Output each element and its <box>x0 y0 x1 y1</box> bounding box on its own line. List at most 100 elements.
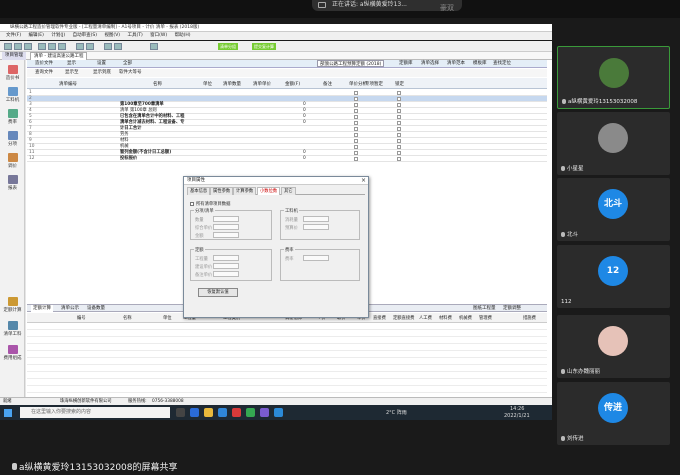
analysis-checkbox[interactable] <box>354 127 358 131</box>
lower-grid-body[interactable] <box>27 323 547 397</box>
lock-checkbox[interactable] <box>397 127 401 131</box>
lock-checkbox[interactable] <box>397 151 401 155</box>
col-price[interactable]: 清单单价 <box>253 81 271 87</box>
tab-project-manage[interactable]: 项目管理 <box>2 52 26 60</box>
budget-price-decimal-input[interactable] <box>303 224 329 230</box>
lock-checkbox[interactable] <box>397 133 401 137</box>
nav-bill-labor[interactable]: 清单工料 <box>1 320 24 340</box>
submit-recalc-button[interactable]: 提交复计算 <box>252 43 276 50</box>
analysis-checkbox[interactable] <box>354 139 358 143</box>
lock-checkbox[interactable] <box>397 109 401 113</box>
standard-select[interactable]: 部颁公路工程预算定额 (2018) <box>317 60 385 67</box>
build-price-decimal-input[interactable] <box>213 263 239 269</box>
show-to-bottom[interactable]: 显示到底 <box>93 69 111 77</box>
analysis-checkbox[interactable] <box>354 121 358 125</box>
explorer-icon[interactable] <box>204 408 213 417</box>
analysis-checkbox[interactable] <box>354 145 358 149</box>
participant-tile[interactable]: 山东办魏丽丽 <box>557 315 670 378</box>
open-icon[interactable] <box>14 43 22 50</box>
close-icon[interactable]: × <box>361 177 366 185</box>
participant-tile[interactable]: 12 112 <box>557 245 670 308</box>
lock-checkbox[interactable] <box>397 115 401 119</box>
task-view-icon[interactable] <box>176 408 185 417</box>
work-qty-decimal-input[interactable] <box>213 255 239 261</box>
app-icon[interactable] <box>232 408 241 417</box>
analysis-checkbox[interactable] <box>354 91 358 95</box>
nav-subitem[interactable]: 分项 <box>1 130 24 150</box>
menu-view[interactable]: 视图(V) <box>104 33 120 38</box>
menu-edit[interactable]: 编辑(E) <box>29 33 44 38</box>
analysis-checkbox[interactable] <box>354 103 358 107</box>
new-icon[interactable] <box>4 43 12 50</box>
tab-equipment-qty[interactable]: 设备数量 <box>87 305 105 312</box>
redo-icon[interactable] <box>86 43 94 50</box>
analysis-checkbox[interactable] <box>354 97 358 101</box>
menu-help[interactable]: 帮助(H) <box>175 33 191 38</box>
all-items-checkbox[interactable]: 所有清单项目数据 <box>190 201 230 207</box>
taskbar-search-input[interactable]: 在这里输入你要搜索的内容 <box>20 407 170 418</box>
rate-decimal-input[interactable] <box>303 255 329 261</box>
menu-plan[interactable]: 计划(J) <box>51 33 65 38</box>
unit-price-decimal-input[interactable] <box>213 224 239 230</box>
query-file[interactable]: 查询文件 <box>35 69 53 77</box>
nav-quota-calc[interactable]: 定额计算 <box>1 296 24 316</box>
weather-text[interactable]: 2°C 阵雨 <box>386 409 407 416</box>
col-unit[interactable]: 单位 <box>203 81 212 87</box>
participant-tile[interactable]: a纵横黄爱玲13153032008 <box>557 46 670 109</box>
mail-icon[interactable] <box>218 408 227 417</box>
report-icon[interactable] <box>114 43 122 50</box>
tool-template-lib[interactable]: 模板库 <box>473 60 487 68</box>
menu-audit[interactable]: 自动审查(S) <box>73 33 97 38</box>
col-lock[interactable]: 锁定 <box>395 81 404 87</box>
lock-checkbox[interactable] <box>397 97 401 101</box>
nav-fee-composition[interactable]: 费用组成 <box>1 344 24 364</box>
lock-checkbox[interactable] <box>397 103 401 107</box>
checkbox[interactable] <box>190 201 194 206</box>
remark-price-decimal-input[interactable] <box>213 271 239 277</box>
analysis-checkbox[interactable] <box>354 115 358 119</box>
list-group-button[interactable]: 清单分组 <box>218 43 238 50</box>
tab-drawing-qty[interactable]: 图纸工程量 <box>473 305 496 312</box>
zoom-icon[interactable] <box>150 43 158 50</box>
col-provisional[interactable]: 专项暂定 <box>365 81 383 87</box>
tab-attributes[interactable]: 属性参数 <box>210 187 234 195</box>
table-row[interactable]: 12 投标报价 0 <box>27 156 547 162</box>
nav-cost-book[interactable]: 造价书 <box>1 64 24 84</box>
app2-icon[interactable] <box>260 408 269 417</box>
lock-checkbox[interactable] <box>397 145 401 149</box>
edge-icon[interactable] <box>190 408 199 417</box>
col-bill-no[interactable]: 清单编号 <box>59 81 77 87</box>
lock-checkbox[interactable] <box>397 139 401 143</box>
subtab-all[interactable]: 全部 <box>123 60 132 68</box>
col-name[interactable]: 名称 <box>153 81 162 87</box>
tool-bill-template[interactable]: 清单范本 <box>447 60 465 68</box>
copy-icon[interactable] <box>48 43 56 50</box>
windows-start-icon[interactable] <box>4 409 12 417</box>
col-amount[interactable]: 金额(F) <box>285 81 300 87</box>
clock-date[interactable]: 2022/1/21 <box>504 413 530 419</box>
tool-quota-lib[interactable]: 定额库 <box>399 60 413 68</box>
nav-rate[interactable]: 费率 <box>1 108 24 128</box>
lock-checkbox[interactable] <box>397 91 401 95</box>
tab-bill-formula[interactable]: 清单公示 <box>61 305 79 312</box>
col-quantity[interactable]: 清单数量 <box>223 81 241 87</box>
tool-bill-select[interactable]: 清单选择 <box>421 60 439 68</box>
tab-other[interactable]: 其它 <box>281 187 296 195</box>
analysis-checkbox[interactable] <box>354 157 358 161</box>
wechat-icon[interactable] <box>246 408 255 417</box>
lock-checkbox[interactable] <box>397 157 401 161</box>
menu-file[interactable]: 文件(F) <box>6 33 21 38</box>
tab-quota-calc[interactable]: 定额计算 <box>31 305 53 312</box>
analysis-checkbox[interactable] <box>354 151 358 155</box>
qty-decimal-input[interactable] <box>213 216 239 222</box>
participant-tile[interactable]: 北斗 北斗 <box>557 178 670 241</box>
menu-window[interactable]: 窗口(W) <box>150 33 167 38</box>
col-remark[interactable]: 备注 <box>323 81 332 87</box>
meeting-icon[interactable] <box>274 408 283 417</box>
paste-icon[interactable] <box>58 43 66 50</box>
big-equals[interactable]: 软件大等号 <box>119 69 142 77</box>
subtab-display[interactable]: 显示 <box>67 60 76 68</box>
subtab-cost-file[interactable]: 造价文件 <box>35 60 53 68</box>
tool-find[interactable]: 查找定位 <box>493 60 511 68</box>
nav-labor-material[interactable]: 工料机 <box>1 86 24 106</box>
